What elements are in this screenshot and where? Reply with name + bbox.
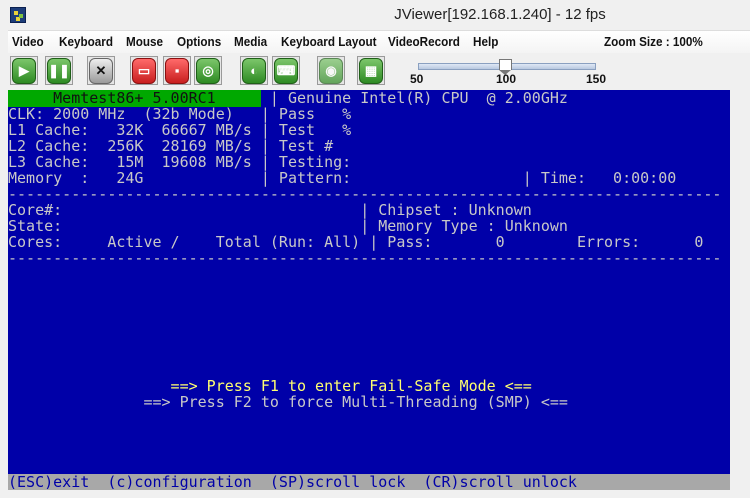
floppy-icon: ▪ [165, 57, 189, 84]
keyboard-button[interactable]: ⌨ [272, 56, 300, 85]
cd-button[interactable]: ◎ [194, 56, 222, 85]
menu-media[interactable]: Media [234, 34, 267, 49]
menu-keyboard-layout[interactable]: Keyboard Layout [281, 34, 377, 49]
zoom-size-label: Zoom Size : 100% [604, 34, 703, 49]
l3-row: L3 Cache: 15M 19608 MB/s | Testing: [8, 153, 352, 171]
clk-row: CLK: 2000 MHz (32b Mode) | Pass % [8, 105, 352, 123]
core-row: Core#: | Chipset : Unknown [8, 201, 532, 219]
menu-mouse[interactable]: Mouse [126, 34, 163, 49]
menu-keyboard[interactable]: Keyboard [59, 34, 113, 49]
mouse-icon: ◐ [242, 57, 266, 84]
status-bar: (ESC)exit (c)configuration (SP)scroll_lo… [8, 474, 730, 490]
mouse-button[interactable]: ◐ [240, 56, 268, 85]
pause-icon: ❚❚ [47, 57, 71, 84]
slider-thumb[interactable] [499, 59, 512, 75]
menu-options[interactable]: Options [177, 34, 221, 49]
f1-prompt: ==> Press F1 to enter Fail-Safe Mode <== [8, 377, 532, 395]
hard-disk-icon: ▭ [132, 57, 156, 84]
play-button[interactable]: ▶ [10, 56, 38, 85]
window-title: JViewer[192.168.1.240] - 12 fps [394, 6, 606, 23]
l1-row: L1 Cache: 32K 66667 MB/s | Test % [8, 121, 352, 139]
state-row: State: | Memory Type : Unknown [8, 217, 568, 235]
menu-bar: Video Keyboard Mouse Options Media Keybo… [8, 30, 750, 53]
menu-video[interactable]: Video [12, 34, 44, 49]
cores-row: Cores: Active / Total (Run: All) | Pass:… [8, 233, 704, 251]
memory-row: Memory : 24G | Pattern: | Time: 0:00:00 [8, 169, 677, 187]
slider-min-label: 50 [410, 72, 424, 86]
zoom-slider[interactable]: 50 100 150 [410, 59, 606, 89]
status-text: (ESC)exit (c)configuration (SP)scroll_lo… [8, 473, 577, 490]
play-icon: ▶ [12, 57, 36, 84]
pause-button[interactable]: ❚❚ [45, 56, 73, 85]
title-bar: JViewer[192.168.1.240] - 12 fps [0, 0, 750, 30]
remote-console-screen[interactable]: Memtest86+ 5.00RC1 | Genuine Intel(R) CP… [8, 90, 730, 490]
l2-row: L2 Cache: 256K 28169 MB/s | Test # [8, 137, 334, 155]
menu-videorecord[interactable]: VideoRecord [388, 34, 460, 49]
slider-max-label: 150 [586, 72, 607, 86]
cd-icon: ◎ [196, 57, 220, 84]
menu-help[interactable]: Help [473, 34, 498, 49]
video-record-icon: ◉ [319, 57, 343, 84]
video-record-button[interactable]: ◉ [317, 56, 345, 85]
divider: ----------------------------------------… [8, 249, 722, 267]
slider-mid-label: 100 [496, 72, 517, 86]
toolbar: ▶ ❚❚ ✕ ▭ ▪ ◎ ◐ ⌨ ◉ ▦ 50 100 150 [8, 53, 750, 89]
hotkeys-icon: ▦ [359, 57, 383, 84]
floppy-button[interactable]: ▪ [163, 56, 191, 85]
hotkeys-button[interactable]: ▦ [357, 56, 385, 85]
hard-disk-button[interactable]: ▭ [130, 56, 158, 85]
divider: ----------------------------------------… [8, 185, 722, 203]
keyboard-icon: ⌨ [274, 57, 298, 84]
f2-prompt: ==> Press F2 to force Multi-Threading (S… [8, 393, 568, 411]
fullscreen-button[interactable]: ✕ [87, 56, 115, 85]
fullscreen-icon: ✕ [89, 57, 113, 84]
